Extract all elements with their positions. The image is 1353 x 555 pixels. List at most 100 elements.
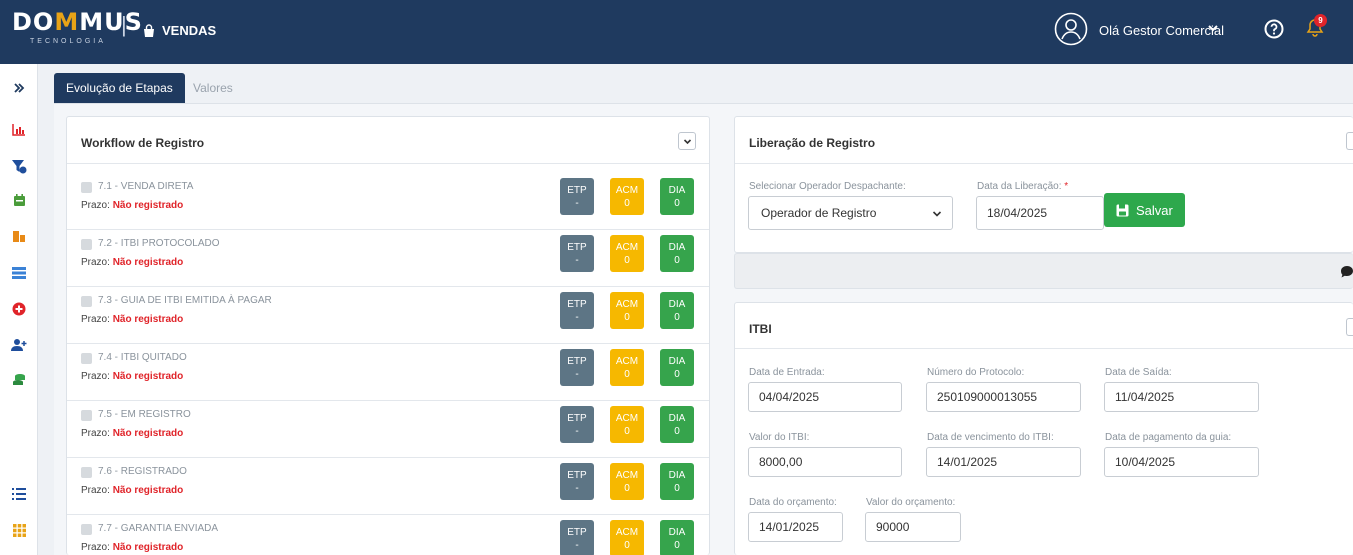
step-checkbox[interactable] (81, 467, 92, 478)
step-name: 7.7 - GARANTIA ENVIADA (98, 523, 219, 534)
step-name: 7.4 - ITBI QUITADO (98, 352, 187, 363)
module-label: VENDAS (162, 23, 217, 38)
user-avatar-icon[interactable] (1054, 12, 1088, 46)
liberacao-panel: Liberação de Registro Selecionar Operado… (734, 116, 1353, 253)
data-liberacao-input[interactable]: 18/04/2025 (976, 196, 1104, 230)
module-title: VENDAS (142, 23, 216, 38)
etp-badge[interactable]: ETP - (560, 178, 594, 215)
step-checkbox[interactable] (81, 410, 92, 421)
step-checkbox[interactable] (81, 296, 92, 307)
acm-badge[interactable]: ACM 0 (610, 406, 644, 443)
logo-subtitle: TECNOLOGIA (30, 38, 106, 45)
etp-badge[interactable]: ETP - (560, 349, 594, 386)
liberacao-divider (735, 163, 1353, 164)
itbi-collapse-button[interactable] (1346, 318, 1353, 336)
dia-badge[interactable]: DIA 0 (660, 292, 694, 329)
grid-icon[interactable] (6, 518, 32, 542)
data-orcamento-input[interactable]: 14/01/2025 (748, 512, 843, 542)
shopping-bag-icon (144, 23, 154, 37)
workflow-title: Workflow de Registro (81, 136, 205, 150)
comment-icon[interactable] (1340, 265, 1353, 279)
operador-label: Selecionar Operador Despachante: (749, 181, 906, 192)
dia-badge[interactable]: DIA 0 (660, 349, 694, 386)
itbi-divider (735, 348, 1353, 349)
save-label: Salvar (1136, 202, 1173, 218)
acm-badge[interactable]: ACM 0 (610, 178, 644, 215)
funnel-icon[interactable] (6, 154, 32, 178)
etp-badge[interactable]: ETP - (560, 463, 594, 500)
operador-value: Operador de Registro (761, 206, 877, 220)
dia-badge[interactable]: DIA 0 (660, 520, 694, 555)
workflow-step-row: 7.5 - EM REGISTRO Prazo: Não registrado … (67, 400, 709, 458)
step-prazo: Prazo: Não registrado (81, 257, 184, 268)
calendar-icon[interactable] (6, 188, 32, 212)
valor-orcamento-input[interactable]: 90000 (865, 512, 961, 542)
save-button[interactable]: Salvar (1104, 193, 1185, 227)
user-greeting[interactable]: Olá Gestor Comercial (1099, 23, 1224, 38)
step-name: 7.6 - REGISTRADO (98, 466, 187, 477)
dia-badge[interactable]: DIA 0 (660, 235, 694, 272)
step-prazo: Prazo: Não registrado (81, 371, 184, 382)
dia-badge[interactable]: DIA 0 (660, 463, 694, 500)
plus-circle-icon[interactable] (6, 297, 32, 321)
etp-badge[interactable]: ETP - (560, 520, 594, 555)
dia-badge[interactable]: DIA 0 (660, 406, 694, 443)
notification-badge: 9 (1314, 14, 1327, 27)
operador-select[interactable]: Operador de Registro (748, 196, 953, 230)
step-prazo: Prazo: Não registrado (81, 542, 184, 553)
numero-protocolo-input[interactable]: 250109000013055 (926, 382, 1081, 412)
numero-protocolo-label: Número do Protocolo: (927, 367, 1025, 378)
workflow-step-row: 7.4 - ITBI QUITADO Prazo: Não registrado… (67, 343, 709, 401)
step-prazo: Prazo: Não registrado (81, 314, 184, 325)
data-orcamento-label: Data do orçamento: (749, 497, 837, 508)
chevron-down-icon (932, 211, 942, 217)
list-icon[interactable] (6, 482, 32, 506)
step-prazo: Prazo: Não registrado (81, 428, 184, 439)
chevron-down-icon[interactable] (1207, 22, 1219, 34)
acm-badge[interactable]: ACM 0 (610, 349, 644, 386)
workflow-step-row: 7.7 - GARANTIA ENVIADA Prazo: Não regist… (67, 514, 709, 555)
liberacao-collapse-button[interactable] (1346, 132, 1353, 150)
acm-badge[interactable]: ACM 0 (610, 235, 644, 272)
tab-valores[interactable]: Valores (181, 73, 245, 103)
data-entrada-input[interactable]: 04/04/2025 (748, 382, 902, 412)
liberacao-title: Liberação de Registro (749, 136, 876, 150)
acm-badge[interactable]: ACM 0 (610, 520, 644, 555)
expand-icon[interactable] (6, 76, 32, 100)
dia-badge[interactable]: DIA 0 (660, 178, 694, 215)
step-checkbox[interactable] (81, 353, 92, 364)
workflow-divider (67, 163, 709, 164)
itbi-title: ITBI (749, 322, 772, 336)
valor-orcamento-label: Valor do orçamento: (866, 497, 956, 508)
data-saida-input[interactable]: 11/04/2025 (1104, 382, 1259, 412)
building-icon[interactable] (6, 224, 32, 248)
tab-evolucao-etapas[interactable]: Evolução de Etapas (54, 73, 185, 103)
workflow-collapse-button[interactable] (678, 132, 696, 150)
chevron-down-icon (683, 138, 691, 144)
table-icon[interactable] (6, 261, 32, 285)
step-name: 7.1 - VENDA DIRETA (98, 181, 194, 192)
itbi-panel: ITBI Data de Entrada: 04/04/2025 Número … (734, 302, 1353, 555)
data-pagamento-label: Data de pagamento da guia: (1105, 432, 1232, 443)
data-pagamento-input[interactable]: 10/04/2025 (1104, 447, 1259, 477)
etp-badge[interactable]: ETP - (560, 292, 594, 329)
step-checkbox[interactable] (81, 239, 92, 250)
step-prazo: Prazo: Não registrado (81, 485, 184, 496)
step-name: 7.3 - GUIA DE ITBI EMITIDA À PAGAR (98, 295, 272, 306)
workflow-step-row: 7.6 - REGISTRADO Prazo: Não registrado E… (67, 457, 709, 515)
data-vencimento-input[interactable]: 14/01/2025 (926, 447, 1081, 477)
floppy-disk-icon (1116, 204, 1129, 216)
acm-badge[interactable]: ACM 0 (610, 463, 644, 500)
step-checkbox[interactable] (81, 524, 92, 535)
etp-badge[interactable]: ETP - (560, 406, 594, 443)
coins-icon[interactable] (6, 368, 32, 392)
add-user-icon[interactable] (6, 332, 32, 356)
step-name: 7.2 - ITBI PROTOCOLADO (98, 238, 220, 249)
step-checkbox[interactable] (81, 182, 92, 193)
etp-badge[interactable]: ETP - (560, 235, 594, 272)
workflow-step-row: 7.1 - VENDA DIRETA Prazo: Não registrado… (67, 172, 709, 230)
valor-itbi-input[interactable]: 8000,00 (748, 447, 902, 477)
help-icon[interactable] (1264, 19, 1284, 39)
acm-badge[interactable]: ACM 0 (610, 292, 644, 329)
chart-icon[interactable] (6, 117, 32, 141)
